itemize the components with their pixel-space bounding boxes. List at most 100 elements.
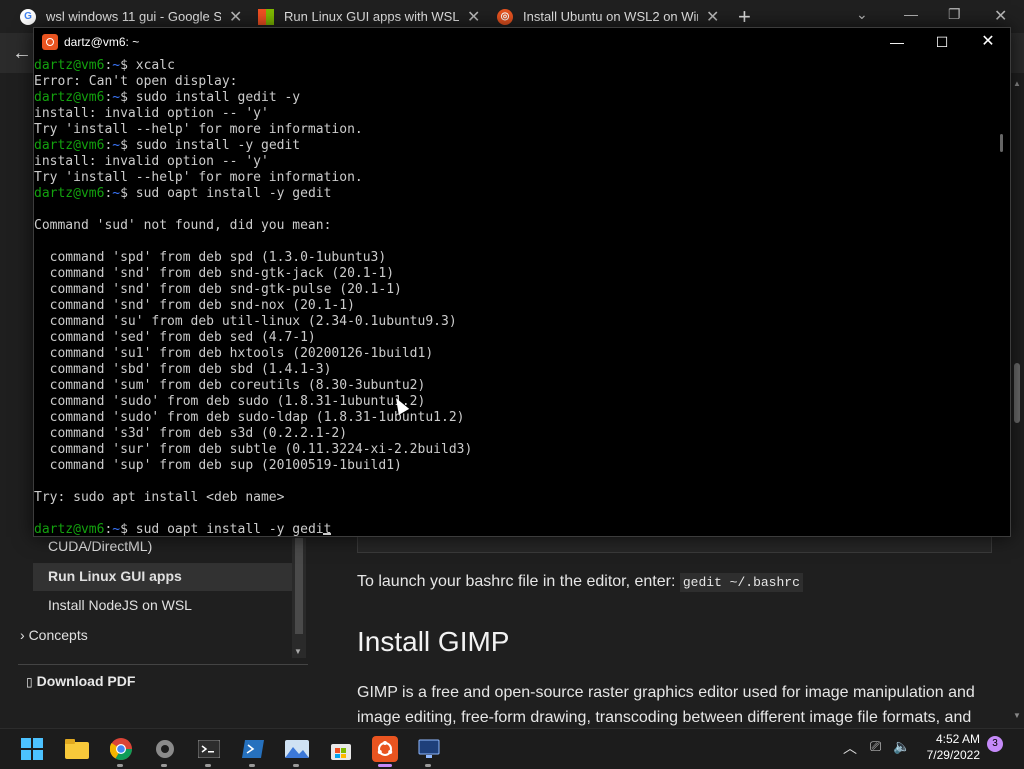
terminal-output-line: command 'su' from deb util-linux (2.34-0… (34, 314, 994, 330)
output-text: command 'snd' from deb snd-nox (20.1-1) (34, 298, 355, 313)
chevron-right-icon: › (20, 627, 25, 643)
sidebar-item-cuda[interactable]: CUDA/DirectML) (48, 538, 152, 554)
command-text: sudo install gedit -y (135, 90, 301, 105)
terminal-scroll-thumb[interactable] (1000, 134, 1003, 152)
output-text: command 'su1' from deb hxtools (20200126… (34, 346, 434, 361)
terminal-output-line: command 'sudo' from deb sudo-ldap (1.8.3… (34, 410, 994, 426)
minimize-icon[interactable]: — (904, 6, 918, 22)
notification-badge[interactable]: 3 (987, 736, 1003, 752)
close-icon[interactable]: ✕ (467, 7, 480, 27)
terminal-output-line: command 'su1' from deb hxtools (20200126… (34, 346, 994, 362)
close-window-icon[interactable]: ✕ (994, 6, 1007, 26)
command-text: xcalc (135, 58, 175, 73)
terminal-output-line: install: invalid option -- 'y' (34, 154, 994, 170)
prompt-path: ~ (112, 522, 121, 537)
prompt-symbol: $ (120, 138, 136, 153)
command-text: sudo install -y gedit (135, 138, 301, 153)
tab-title: Install Ubuntu on WSL2 on Wind (523, 9, 698, 24)
sidebar-scrollbar[interactable]: ▼ (292, 538, 306, 658)
output-text: Command 'sud' not found, did you mean: (34, 218, 332, 233)
output-text: command 'sbd' from deb sbd (1.4.1-3) (34, 362, 332, 377)
terminal-output-line: Try: sudo apt install <deb name> (34, 490, 994, 506)
terminal-output-line: command 'snd' from deb snd-gtk-pulse (20… (34, 282, 994, 298)
terminal-output-line: command 'sed' from deb sed (4.7-1) (34, 330, 994, 346)
chevron-up-icon[interactable]: ︿ (843, 738, 857, 758)
sidebar-item-run-linux-gui[interactable]: Run Linux GUI apps (48, 568, 182, 584)
running-indicator (249, 764, 255, 767)
terminal-command-line: dartz@vm6:~$ sud oapt install -y gedit (34, 522, 994, 538)
output-text: install: invalid option -- 'y' (34, 106, 269, 121)
output-text: command 'snd' from deb snd-gtk-jack (20.… (34, 266, 395, 281)
volume-icon[interactable]: 🔈 (893, 738, 910, 755)
output-text: Try 'install --help' for more informatio… (34, 122, 363, 137)
sidebar-scroll-thumb[interactable] (295, 538, 303, 634)
tab-title: Run Linux GUI apps with WSL | M (284, 9, 459, 24)
ubuntu-icon[interactable] (372, 736, 398, 762)
output-text: command 'sudo' from deb sudo (1.8.31-1ub… (34, 394, 426, 409)
google-icon: G (20, 8, 36, 25)
photos-icon[interactable] (284, 736, 310, 762)
minimize-button[interactable]: — (877, 30, 917, 54)
gimp-paragraph-line-1: GIMP is a free and open-source raster gr… (357, 684, 975, 701)
bashrc-paragraph: To launch your bashrc file in the editor… (357, 573, 803, 592)
terminal-output-line: command 'snd' from deb snd-gtk-jack (20.… (34, 266, 994, 282)
prompt-path: ~ (112, 90, 121, 105)
prompt-user: dartz@vm6 (34, 186, 105, 201)
running-indicator (117, 764, 123, 767)
sidebar-item-concepts[interactable]: › Concepts (20, 627, 88, 643)
clock[interactable]: 4:52 AM 7/29/2022 (916, 731, 980, 763)
terminal-output[interactable]: dartz@vm6:~$ xcalc Error: Can't open disp… (34, 58, 994, 538)
chrome-icon[interactable] (108, 736, 134, 762)
powershell-icon[interactable] (240, 736, 266, 762)
clock-time: 4:52 AM (935, 732, 980, 746)
restore-icon[interactable]: ❐ (948, 6, 961, 23)
terminal-window[interactable]: dartz@vm6: ~ — ☐ ✕ dartz@vm6:~$ xcalc Err… (33, 27, 1011, 537)
prompt-symbol: $ (120, 522, 136, 537)
page-scrollbar[interactable]: ▲ ▼ (1010, 73, 1024, 728)
windows-start-icon[interactable] (19, 736, 45, 762)
terminal-title-bar[interactable]: dartz@vm6: ~ — ☐ ✕ (34, 28, 1010, 57)
prompt-user: dartz@vm6 (34, 138, 105, 153)
taskbar: ︿ ⎚ 🔈 (0, 728, 1024, 769)
download-pdf-link[interactable]: ▯ Download PDF (26, 673, 135, 689)
terminal-command-line: dartz@vm6:~$ xcalc (34, 58, 994, 74)
prompt-path: ~ (112, 58, 121, 73)
output-text: command 'snd' from deb snd-gtk-pulse (20… (34, 282, 402, 297)
tab-search-icon[interactable]: ⌄ (856, 6, 868, 23)
terminal-command-line: dartz@vm6:~$ sud oapt install -y gedit (34, 186, 994, 202)
close-button[interactable]: ✕ (968, 30, 1008, 54)
page-scroll-thumb[interactable] (1014, 363, 1020, 423)
terminal-output-line: command 's3d' from deb s3d (0.2.2.1-2) (34, 426, 994, 442)
close-icon[interactable]: ✕ (229, 7, 242, 27)
terminal-output-line: Error: Can't open display: (34, 74, 994, 90)
maximize-button[interactable]: ☐ (922, 30, 962, 54)
terminal-output-line: command 'sum' from deb coreutils (8.30-3… (34, 378, 994, 394)
scroll-up-icon[interactable]: ▲ (1013, 79, 1021, 88)
scroll-down-icon[interactable]: ▼ (294, 647, 302, 656)
terminal-output-line: Command 'sud' not found, did you mean: (34, 218, 994, 234)
ubuntu-icon (42, 34, 58, 50)
sidebar-item-install-nodejs[interactable]: Install NodeJS on WSL (48, 597, 192, 613)
terminal-output-line: command 'spd' from deb spd (1.3.0-1ubunt… (34, 250, 994, 266)
prompt-path: ~ (112, 138, 121, 153)
output-text: install: invalid option -- 'y' (34, 154, 269, 169)
command-text: sud oapt install -y gedit (135, 522, 332, 537)
close-icon[interactable]: ✕ (706, 7, 719, 27)
terminal-icon[interactable] (196, 736, 222, 762)
file-explorer-icon[interactable] (64, 736, 90, 762)
terminal-scrollbar[interactable] (994, 58, 1010, 536)
back-arrow-icon[interactable]: ← (12, 42, 32, 65)
terminal-output-line: command 'sbd' from deb sbd (1.4.1-3) (34, 362, 994, 378)
prompt-symbol: $ (120, 186, 136, 201)
terminal-output-line: command 'sudo' from deb sudo (1.8.31-1ub… (34, 394, 994, 410)
network-icon[interactable]: ⎚ (870, 738, 881, 755)
store-icon[interactable] (328, 736, 354, 762)
settings-icon[interactable] (152, 736, 178, 762)
output-text: command 'sed' from deb sed (4.7-1) (34, 330, 316, 345)
scroll-down-icon[interactable]: ▼ (1013, 711, 1021, 720)
output-text: command 's3d' from deb s3d (0.2.2.1-2) (34, 426, 348, 441)
output-text: command 'spd' from deb spd (1.3.0-1ubunt… (34, 250, 387, 265)
remote-desktop-icon[interactable] (416, 736, 442, 762)
